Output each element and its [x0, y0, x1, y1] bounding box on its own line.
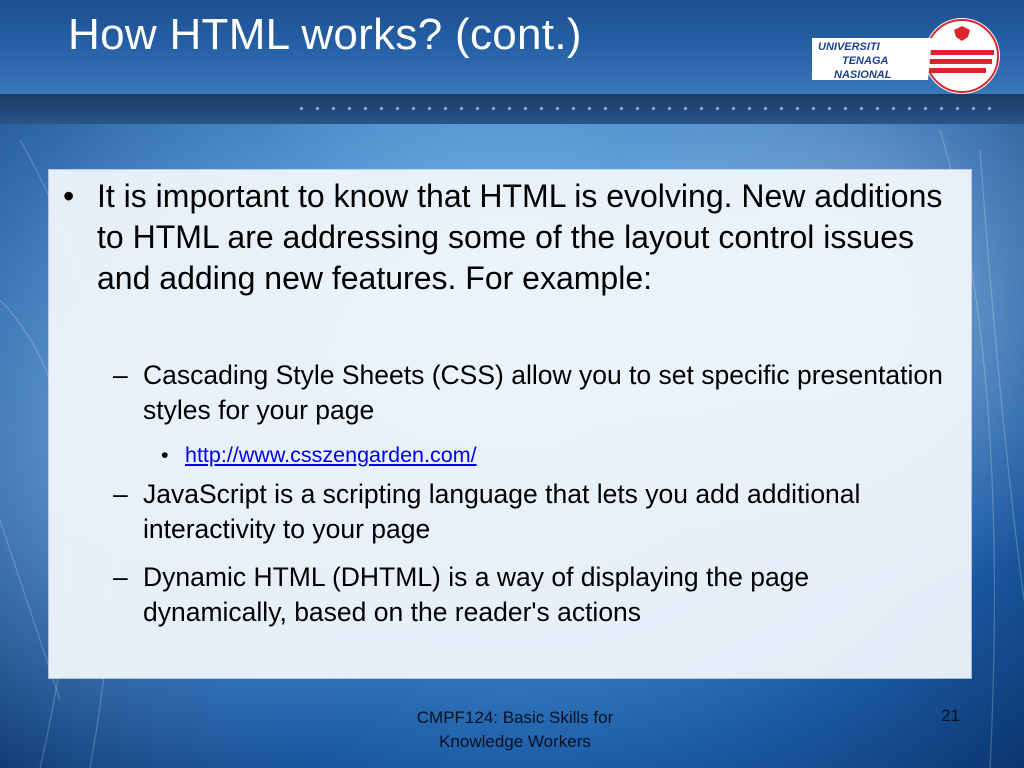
- header-dot: [316, 107, 319, 110]
- slide-title: How HTML works? (cont.): [68, 10, 582, 59]
- header-dot: [412, 107, 415, 110]
- svg-text:NASIONAL: NASIONAL: [834, 69, 892, 81]
- svg-text:UNIVERSITI: UNIVERSITI: [818, 41, 881, 53]
- sub-bullet-css-text: Cascading Style Sheets (CSS) allow you t…: [143, 360, 943, 425]
- header-dot: [444, 107, 447, 110]
- csszengarden-link[interactable]: http://www.csszengarden.com/: [185, 441, 477, 469]
- content-panel: • It is important to know that HTML is e…: [49, 170, 971, 678]
- header-dot: [716, 107, 719, 110]
- svg-text:TENAGA: TENAGA: [842, 55, 889, 67]
- header-dot: [572, 107, 575, 110]
- header-dot: [620, 107, 623, 110]
- sub-bullet-dhtml: – Dynamic HTML (DHTML) is a way of displ…: [113, 560, 953, 630]
- header-dot: [604, 107, 607, 110]
- header-dot: [508, 107, 511, 110]
- header-dot: [652, 107, 655, 110]
- header-dot: [956, 107, 959, 110]
- header-dot: [300, 107, 303, 110]
- header-dot: [348, 107, 351, 110]
- header-dot: [844, 107, 847, 110]
- header-dot: [780, 107, 783, 110]
- header-dot: [876, 107, 879, 110]
- bullet-marker: •: [63, 178, 75, 214]
- header-dot: [748, 107, 751, 110]
- header-dot: [428, 107, 431, 110]
- header-dot: [556, 107, 559, 110]
- header-dot: [796, 107, 799, 110]
- header-dot: [812, 107, 815, 110]
- header-dot: [364, 107, 367, 110]
- sub-bullet-javascript: – JavaScript is a scripting language tha…: [113, 477, 953, 547]
- page-number: 21: [941, 706, 960, 725]
- header-dot: [732, 107, 735, 110]
- university-logo: UNIVERSITI TENAGA NASIONAL: [812, 18, 1000, 94]
- sub-bullet-javascript-text: JavaScript is a scripting language that …: [143, 479, 861, 544]
- header-dot: [540, 107, 543, 110]
- sub-bullet-css: – Cascading Style Sheets (CSS) allow you…: [113, 358, 953, 428]
- header-dot: [380, 107, 383, 110]
- link-item: • http://www.csszengarden.com/: [161, 441, 477, 469]
- sub-bullet-dhtml-text: Dynamic HTML (DHTML) is a way of display…: [143, 562, 810, 627]
- header-dot: [524, 107, 527, 110]
- dash-marker: –: [113, 360, 128, 390]
- header-dot: [972, 107, 975, 110]
- header-dot: [764, 107, 767, 110]
- link-bullet-marker: •: [161, 443, 169, 467]
- header-dot: [700, 107, 703, 110]
- dash-marker: –: [113, 562, 128, 592]
- header-dot: [940, 107, 943, 110]
- dash-marker: –: [113, 479, 128, 509]
- header-dot: [476, 107, 479, 110]
- header-dot: [860, 107, 863, 110]
- header-dot: [492, 107, 495, 110]
- header-dot: [908, 107, 911, 110]
- header-dot: [988, 107, 991, 110]
- header-dot: [460, 107, 463, 110]
- footer-line-2: Knowledge Workers: [439, 732, 591, 751]
- header-dot: [588, 107, 591, 110]
- bullet-main-text: It is important to know that HTML is evo…: [97, 178, 943, 296]
- header-dot: [892, 107, 895, 110]
- header-dot: [924, 107, 927, 110]
- header-dot: [396, 107, 399, 110]
- footer-line-1: CMPF124: Basic Skills for: [416, 708, 614, 727]
- header-dot: [668, 107, 671, 110]
- header-dot: [332, 107, 335, 110]
- footer-course-title: CMPF124: Basic Skills for Knowledge Work…: [370, 706, 660, 754]
- header-dot: [684, 107, 687, 110]
- header-dot-row: [300, 104, 1000, 114]
- bullet-main: • It is important to know that HTML is e…: [63, 176, 959, 299]
- header-dot: [828, 107, 831, 110]
- header-dot: [636, 107, 639, 110]
